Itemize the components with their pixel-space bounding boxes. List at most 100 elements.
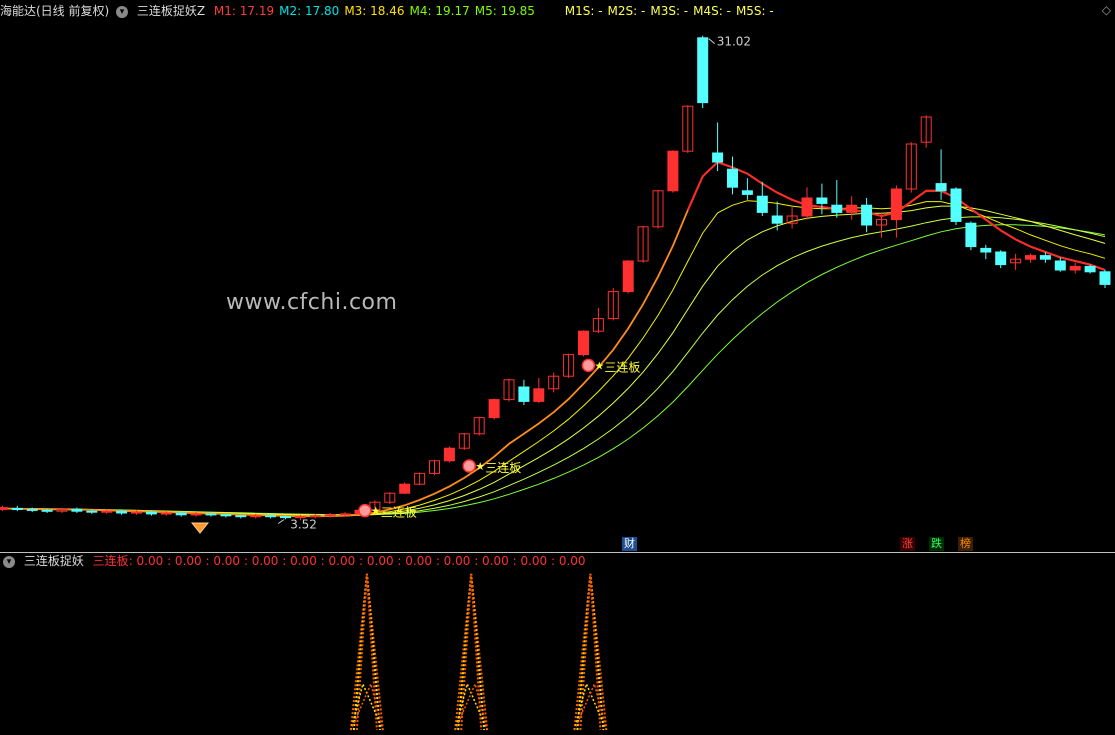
candle-body: [533, 388, 545, 402]
candle: [205, 513, 217, 517]
candlestick-chart[interactable]: 31.023.52★ 三连板★ 三连板★ 三连板: [0, 0, 1115, 735]
ma-line-m4: [2, 216, 1106, 516]
high-pointer: [708, 38, 716, 45]
candle: [950, 187, 962, 225]
candle-body: [205, 513, 217, 516]
signal-spike: [454, 573, 489, 731]
spike-inner: [350, 681, 384, 731]
candle-body: [697, 37, 709, 104]
candle: [727, 156, 738, 195]
candle-body: [1099, 271, 1111, 285]
candle: [116, 510, 128, 515]
candle: [145, 511, 157, 516]
candle: [1010, 253, 1022, 270]
candle-body: [890, 188, 902, 221]
ma-line-m1: [2, 161, 1106, 518]
candle: [592, 307, 604, 333]
candle: [831, 180, 843, 218]
candle-body: [399, 483, 411, 494]
candle: [846, 196, 858, 220]
candle: [220, 513, 232, 518]
signal-ball-icon: [581, 358, 596, 373]
candle-body: [950, 188, 962, 222]
signal-star-icon: ★: [475, 460, 485, 473]
signal-label: 三连板: [485, 460, 521, 475]
candle-body: [235, 515, 247, 518]
candle: [458, 432, 470, 450]
candle: [861, 198, 873, 233]
candle: [0, 505, 8, 512]
candle: [995, 250, 1007, 269]
candle-body: [1025, 255, 1036, 260]
candle: [503, 378, 515, 402]
candle-body: [846, 204, 858, 213]
spike-inner: [573, 681, 608, 731]
candle-body: [756, 195, 768, 213]
signal-spike: [349, 573, 384, 731]
candle-body: [712, 152, 724, 163]
signal-spike: [573, 573, 608, 731]
candle: [175, 512, 187, 517]
candle-body: [280, 516, 291, 519]
spike-inner: [573, 681, 608, 731]
candle-body: [965, 222, 977, 248]
candle-body: [667, 150, 679, 192]
candle: [741, 178, 753, 200]
candle: [280, 515, 291, 520]
signal-ball-icon: [358, 503, 372, 518]
candle: [563, 353, 575, 378]
candle-body: [980, 247, 992, 253]
candle-body: [26, 508, 38, 511]
candle: [518, 379, 530, 405]
candle: [667, 150, 679, 193]
candle-body: [995, 251, 1007, 266]
candle: [384, 492, 396, 504]
spike-stroke: [460, 573, 483, 731]
candle: [965, 221, 977, 251]
candle-body: [443, 447, 455, 462]
candle: [578, 330, 589, 357]
stock-chart-window: 海能达(日线 前复权) ▾ 三连板捉妖Z M1: 17.19 M2: 17.80 M…: [0, 0, 1115, 735]
candle: [607, 288, 619, 321]
candle-body: [160, 512, 172, 515]
low-label: 3.52: [290, 518, 317, 532]
spike-inner: [350, 681, 384, 731]
candle: [533, 378, 545, 404]
candle-body: [488, 399, 500, 419]
signal-star-icon: ★: [371, 505, 381, 518]
candle-body: [250, 515, 262, 518]
spike-stroke: [355, 573, 378, 731]
ma-line-m3: [2, 205, 1106, 516]
candle: [682, 105, 694, 153]
candle: [1099, 270, 1111, 288]
candle-body: [1039, 255, 1051, 260]
candle: [265, 514, 277, 519]
candle: [920, 115, 932, 148]
candle: [697, 35, 709, 108]
candle-body: [324, 514, 336, 517]
candle-body: [11, 508, 23, 510]
candle: [548, 372, 560, 393]
candle-body: [116, 510, 128, 514]
candle-body: [41, 509, 53, 512]
high-label: 31.02: [717, 35, 751, 49]
candle: [235, 514, 247, 519]
candle: [816, 183, 828, 215]
candle-body: [831, 204, 843, 213]
candle: [488, 398, 500, 420]
candle: [786, 207, 798, 229]
candle-body: [1084, 265, 1096, 273]
candle-body: [1054, 260, 1066, 271]
candle-body: [1069, 265, 1081, 271]
candle: [801, 187, 813, 220]
candle-body: [771, 215, 783, 224]
ma-line-m2: [2, 200, 1106, 517]
candle-body: [861, 204, 873, 226]
signal-ball-icon: [462, 459, 476, 473]
candle-body: [101, 510, 113, 513]
candle: [980, 244, 992, 260]
candle-body: [518, 386, 530, 402]
candle-body: [727, 168, 738, 188]
candle-body: [578, 330, 589, 356]
candle-body: [622, 260, 634, 293]
